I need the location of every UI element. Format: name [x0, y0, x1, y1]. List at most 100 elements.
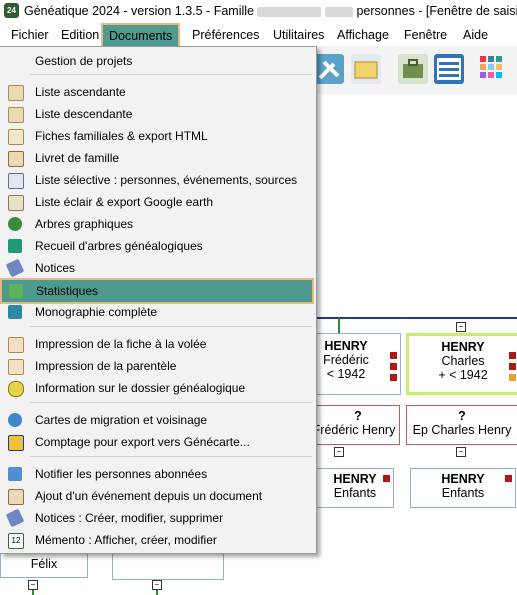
menu-item-label: Liste éclair & export Google earth — [35, 195, 214, 209]
connector-line — [316, 317, 517, 319]
spouse-card-frederic[interactable]: ? Frédéric Henry — [313, 405, 400, 445]
title-prefix: Généatique 2024 - version 1.3.5 - Famill… — [24, 4, 254, 18]
person-first-name: Charles — [441, 354, 485, 368]
tree-icon — [8, 217, 22, 231]
marker-red — [390, 363, 397, 370]
spouse-card-charles[interactable]: ? Ep Charles Henry — [406, 405, 517, 445]
menu-item-gestion-projets[interactable]: Gestion de projets — [1, 50, 311, 72]
menu-fichier[interactable]: Fichier — [5, 25, 55, 45]
list-up-icon — [8, 85, 24, 101]
menu-item-label: Liste ascendante — [35, 85, 126, 99]
collapse-icon[interactable]: − — [334, 447, 344, 457]
menu-item-cartes-migration[interactable]: Cartes de migration et voisinage — [1, 409, 311, 431]
connector-line — [338, 318, 340, 334]
menu-separator — [30, 326, 312, 327]
pencil-list-icon — [8, 173, 24, 189]
connector-line — [32, 590, 34, 595]
print-kin-icon — [8, 359, 24, 375]
print-sheet-icon — [8, 337, 24, 353]
menu-item-notices-creer[interactable]: Notices : Créer, modifier, supprimer — [1, 507, 311, 529]
menu-item-information-dossier[interactable]: Information sur le dossier généalogique — [1, 377, 311, 399]
menu-affichage[interactable]: Affichage — [331, 25, 395, 45]
person-first-name: Félix — [30, 557, 58, 571]
menu-item-arbres-graphiques[interactable]: Arbres graphiques — [1, 213, 311, 235]
eraser-icon — [5, 258, 25, 278]
folder-icon[interactable] — [351, 54, 381, 84]
menu-separator — [30, 456, 312, 457]
unknown-mark: ? — [354, 409, 362, 423]
menu-edition[interactable]: Edition — [55, 25, 105, 45]
window-title: Généatique 2024 - version 1.3.5 - Famill… — [24, 4, 517, 18]
menu-item-impression-parentele[interactable]: Impression de la parentèle — [1, 355, 311, 377]
briefcase-icon[interactable] — [398, 54, 428, 84]
children-name: HENRY — [333, 472, 377, 486]
children-label: Enfants — [441, 486, 485, 500]
book-icon — [8, 239, 22, 253]
children-name: HENRY — [441, 472, 485, 486]
menu-preferences[interactable]: Préférences — [186, 25, 265, 45]
menu-utilitaires[interactable]: Utilitaires — [267, 25, 330, 45]
window-list-icon[interactable] — [434, 54, 464, 84]
person-dates: + < 1942 — [438, 368, 488, 382]
menu-item-livret-famille[interactable]: Livret de famille — [1, 147, 311, 169]
menu-item-label: Arbres graphiques — [35, 217, 134, 231]
title-suffix: personnes - [Fenêtre de saisie] — [356, 4, 517, 18]
children-card-charles[interactable]: HENRY Enfants — [410, 468, 516, 508]
collapse-icon[interactable]: − — [152, 580, 162, 590]
menu-item-fiches-familiales[interactable]: Fiches familiales & export HTML — [1, 125, 311, 147]
person-name: HENRY — [441, 340, 485, 354]
menu-item-label: Liste sélective : personnes, événements,… — [35, 173, 298, 187]
children-card-frederic[interactable]: HENRY Enfants — [316, 468, 394, 508]
info-icon — [8, 381, 24, 397]
spouse-label: Ep Charles Henry — [412, 423, 512, 437]
menu-item-label: Comptage pour export vers Génécarte... — [35, 435, 250, 449]
menu-bar: Fichier Edition Documents Préférences Ut… — [0, 23, 517, 49]
tools-icon[interactable] — [314, 54, 344, 84]
menu-item-label: Impression de la parentèle — [35, 359, 177, 373]
menu-item-label: Ajout d'un événement depuis un document — [35, 489, 263, 503]
menu-fenetre[interactable]: Fenêtre — [398, 25, 453, 45]
menu-item-ajout-evenement[interactable]: Ajout d'un événement depuis un document — [1, 485, 311, 507]
menu-item-label: Impression de la fiche à la volée — [35, 337, 207, 351]
menu-item-label: Recueil d'arbres généalogiques — [35, 239, 203, 253]
connector-line — [156, 590, 158, 595]
menu-item-impression-fiche[interactable]: Impression de la fiche à la volée — [1, 333, 311, 355]
menu-aide[interactable]: Aide — [457, 25, 494, 45]
list-down-icon — [8, 107, 24, 123]
menu-item-liste-eclair[interactable]: Liste éclair & export Google earth — [1, 191, 311, 213]
mail-icon — [8, 467, 22, 481]
menu-item-memento[interactable]: 12 Mémento : Afficher, créer, modifier — [1, 529, 311, 551]
menu-item-notifier-abonnes[interactable]: Notifier les personnes abonnées — [1, 463, 311, 485]
redacted-count — [324, 6, 353, 17]
menu-item-notices[interactable]: Notices — [1, 257, 311, 279]
menu-item-liste-ascendante[interactable]: Liste ascendante — [1, 81, 311, 103]
collapse-icon[interactable]: − — [456, 322, 466, 332]
title-bar: 24 Généatique 2024 - version 1.3.5 - Fam… — [0, 0, 517, 24]
color-grid-icon[interactable] — [478, 54, 508, 84]
person-card-charles[interactable]: HENRY Charles + < 1942 — [406, 333, 517, 395]
marker-red — [390, 374, 397, 381]
calendar-icon: 12 — [8, 533, 24, 549]
map-count-icon — [8, 435, 24, 451]
menu-item-label: Liste descendante — [35, 107, 133, 121]
menu-item-label: Fiches familiales & export HTML — [35, 129, 208, 143]
documents-dropdown-menu: Gestion de projets Liste ascendante List… — [0, 46, 317, 554]
children-label: Enfants — [333, 486, 377, 500]
collapse-icon[interactable]: − — [456, 447, 466, 457]
booklet-icon — [8, 151, 24, 167]
menu-item-comptage-genecarte[interactable]: Comptage pour export vers Génécarte... — [1, 431, 311, 453]
menu-item-recueil-arbres[interactable]: Recueil d'arbres généalogiques — [1, 235, 311, 257]
globe-icon — [8, 413, 22, 427]
person-card-partial[interactable] — [112, 550, 224, 580]
menu-item-label: Notifier les personnes abonnées — [35, 467, 208, 481]
spouse-label: Frédéric Henry — [312, 423, 396, 437]
family-sheet-icon — [8, 129, 24, 145]
menu-item-monographie[interactable]: Monographie complète — [1, 301, 311, 323]
collapse-icon[interactable]: − — [28, 580, 38, 590]
menu-item-liste-selective[interactable]: Liste sélective : personnes, événements,… — [1, 169, 311, 191]
marker-red — [383, 475, 390, 482]
menu-separator — [30, 402, 312, 403]
doc-add-icon — [8, 489, 24, 505]
unknown-mark: ? — [458, 409, 466, 423]
menu-item-liste-descendante[interactable]: Liste descendante — [1, 103, 311, 125]
